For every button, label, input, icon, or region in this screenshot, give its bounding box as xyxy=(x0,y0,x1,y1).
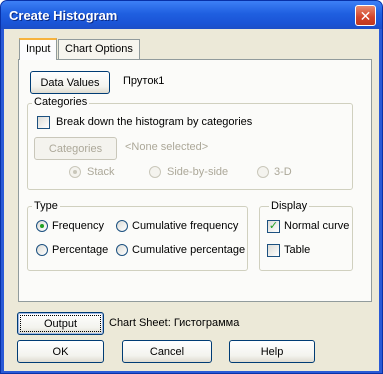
stack-radio[interactable] xyxy=(69,166,81,178)
display-group xyxy=(259,206,353,271)
3d-radio[interactable] xyxy=(257,166,269,178)
cumulative-frequency-label: Cumulative frequency xyxy=(132,220,239,232)
cancel-button[interactable]: Cancel xyxy=(122,340,212,363)
break-down-label: Break down the histogram by categories xyxy=(56,116,253,128)
normal-curve-label: Normal curve xyxy=(284,220,350,232)
selected-dot-icon xyxy=(73,170,77,174)
data-values-value: Пруток1 xyxy=(123,75,165,87)
help-button-label: Help xyxy=(260,345,284,358)
ok-button[interactable]: OK xyxy=(17,340,104,363)
frequency-label: Frequency xyxy=(52,220,104,232)
tab-input-label: Input xyxy=(26,43,51,55)
dialog-window: Create Histogram ✕ Input Chart Options D… xyxy=(0,0,383,374)
title-bar[interactable]: Create Histogram ✕ xyxy=(1,1,382,29)
output-value: Chart Sheet: Гистограмма xyxy=(109,317,240,329)
output-button[interactable]: Output xyxy=(17,312,104,335)
input-tab-panel: Data Values Пруток1 Categories Break dow… xyxy=(18,59,372,302)
close-button[interactable]: ✕ xyxy=(355,5,376,26)
normal-curve-checkbox[interactable]: ✓ xyxy=(267,220,280,233)
data-values-button[interactable]: Data Values xyxy=(30,71,110,94)
type-group-title: Type xyxy=(32,200,60,212)
output-button-label: Output xyxy=(43,317,78,330)
break-down-checkbox[interactable] xyxy=(37,116,50,129)
type-group xyxy=(27,206,248,271)
cumulative-percentage-radio[interactable] xyxy=(116,244,128,256)
categories-group-title: Categories xyxy=(32,96,90,108)
data-values-button-label: Data Values xyxy=(40,76,100,89)
categories-button[interactable]: Categories xyxy=(34,137,117,160)
cumulative-percentage-label: Cumulative percentage xyxy=(132,244,246,256)
side-by-side-radio[interactable] xyxy=(149,166,161,178)
3d-label: 3-D xyxy=(274,166,292,178)
ok-button-label: OK xyxy=(52,345,69,358)
categories-button-label: Categories xyxy=(48,142,103,155)
table-label: Table xyxy=(284,244,311,256)
percentage-label: Percentage xyxy=(52,244,109,256)
tab-input[interactable]: Input xyxy=(19,38,58,60)
selected-dot-icon xyxy=(40,224,44,228)
tab-chart-options-label: Chart Options xyxy=(65,43,133,55)
table-checkbox[interactable] xyxy=(267,244,280,257)
categories-value: <None selected> xyxy=(125,141,209,153)
cumulative-frequency-radio[interactable] xyxy=(116,220,128,232)
side-by-side-label: Side-by-side xyxy=(167,166,229,178)
dialog-title: Create Histogram xyxy=(9,8,118,23)
close-icon: ✕ xyxy=(359,7,372,24)
tab-chart-options[interactable]: Chart Options xyxy=(58,39,140,59)
stack-label: Stack xyxy=(87,166,115,178)
dialog-client-area: Input Chart Options Data Values Пруток1 … xyxy=(4,29,379,371)
help-button[interactable]: Help xyxy=(229,340,315,363)
percentage-radio[interactable] xyxy=(36,244,48,256)
display-group-title: Display xyxy=(269,200,310,212)
frequency-radio[interactable] xyxy=(36,220,48,232)
checkmark-icon: ✓ xyxy=(268,220,279,232)
cancel-button-label: Cancel xyxy=(149,345,185,358)
